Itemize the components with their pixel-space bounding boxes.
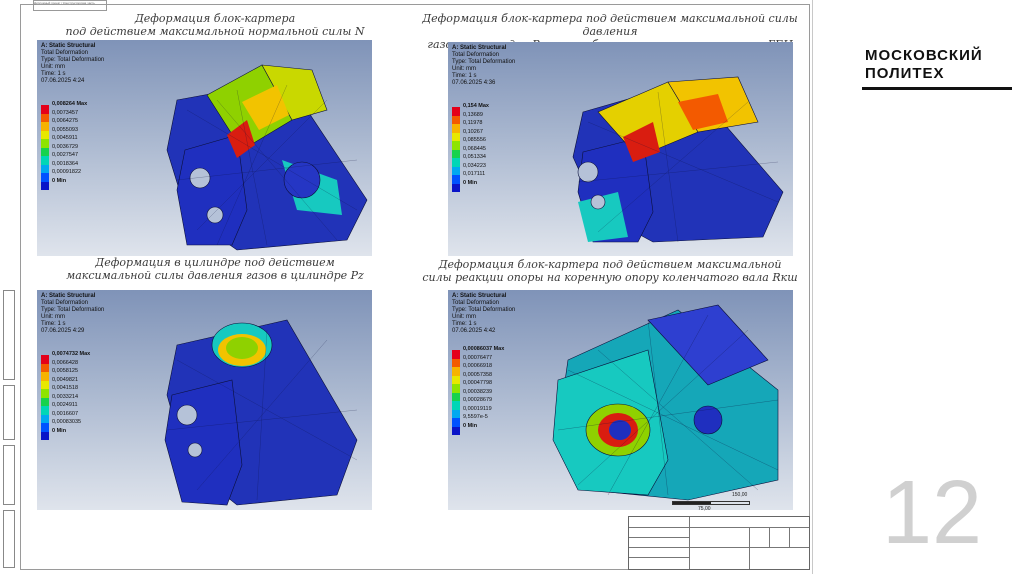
cylinder-bore-inner: [226, 337, 258, 359]
panel-2-model: [572, 76, 784, 243]
scale-bar-track: [672, 501, 750, 505]
side-cell: [3, 385, 15, 440]
crankcase-side: [164, 379, 243, 506]
panel-1-simulation: A: Static Structural Total Deformation T…: [37, 40, 372, 256]
panel-4-model: [552, 304, 779, 501]
main-bearing-bore: [609, 420, 631, 440]
corner-stamp: Дипломный проект / Конструкторская часть: [33, 0, 107, 11]
panel-1-model: [166, 64, 368, 251]
side-cell: [3, 290, 15, 380]
side-cell: [3, 510, 15, 568]
side-stamp-strip: [0, 290, 20, 570]
panel-3-simulation: A: Static Structural Total Deformation T…: [37, 290, 372, 510]
title-block: [628, 516, 810, 570]
panel-4-title: Деформация блок-картера под действием ма…: [422, 258, 798, 284]
scale-bar: 150,00 75,00: [672, 492, 752, 512]
scale-bar-mid-label: 75,00: [698, 506, 711, 512]
scale-bar-fill: [673, 502, 711, 504]
logo-line-1: МОСКОВСКИЙ: [865, 47, 983, 64]
panel-3-model: [164, 319, 358, 506]
logo-line-2: ПОЛИТЕХ: [865, 65, 945, 82]
panel-4-simulation: A: Static Structural Total Deformation T…: [448, 290, 793, 510]
panel-1-title: Деформация блок-картера под действием ма…: [65, 12, 365, 38]
brand-logo: МОСКОВСКИЙ ПОЛИТЕХ: [865, 47, 983, 83]
scale-bar-max-label: 150,00: [732, 492, 748, 498]
panel-3-title: Деформация в цилиндре под действием макс…: [66, 256, 364, 282]
panel-2-simulation: A: Static Structural Total Deformation T…: [448, 42, 793, 256]
drawing-sheet: Дипломный проект / Конструкторская часть…: [0, 0, 813, 574]
slide-number: 12: [882, 463, 983, 563]
logo-underline: [862, 87, 1012, 90]
side-cell: [3, 445, 15, 505]
